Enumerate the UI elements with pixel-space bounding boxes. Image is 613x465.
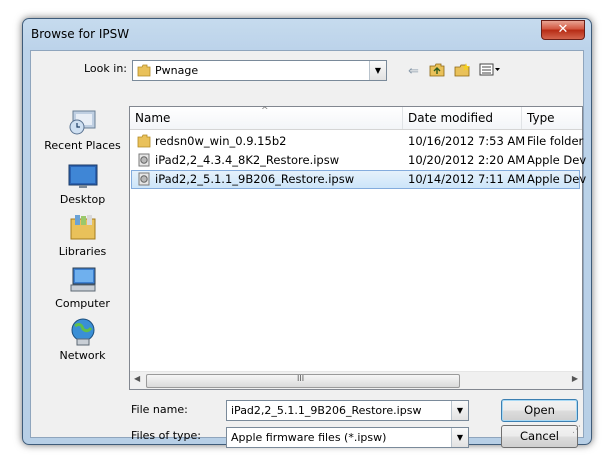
place-label: Network bbox=[59, 349, 106, 362]
navigation-toolbar: ⇐ bbox=[408, 63, 501, 79]
network-icon bbox=[67, 317, 99, 347]
file-type: Apple Dev bbox=[527, 172, 587, 186]
place-recent-places[interactable]: Recent Places bbox=[39, 107, 126, 152]
place-label: Libraries bbox=[58, 245, 107, 258]
file-row-selected[interactable]: iPad2,2_5.1.1_9B206_Restore.ipsw 10/14/2… bbox=[131, 170, 586, 189]
thumb-grip-icon: III bbox=[297, 374, 305, 383]
place-libraries[interactable]: Libraries bbox=[39, 213, 126, 258]
column-date-header[interactable]: Date modified bbox=[408, 111, 493, 125]
place-desktop[interactable]: Desktop bbox=[39, 161, 126, 206]
file-name: iPad2,2_5.1.1_9B206_Restore.ipsw bbox=[155, 172, 355, 186]
folder-icon bbox=[137, 134, 151, 148]
file-name-label: File name: bbox=[131, 403, 188, 416]
open-button[interactable]: Open bbox=[501, 399, 578, 422]
cancel-button[interactable]: Cancel bbox=[501, 425, 578, 448]
file-name: iPad2,2_4.3.4_8K2_Restore.ipsw bbox=[155, 153, 340, 167]
column-divider[interactable] bbox=[521, 107, 522, 129]
column-divider[interactable] bbox=[402, 107, 403, 129]
desktop-icon bbox=[67, 161, 99, 191]
file-row[interactable]: redsn0w_win_0.9.15b2 10/16/2012 7:53 AM … bbox=[131, 132, 584, 151]
file-type-select[interactable]: Apple firmware files (*.ipsw) ▼ bbox=[226, 427, 469, 448]
look-in-dropdown[interactable]: Pwnage ▼ bbox=[132, 60, 387, 81]
close-button[interactable]: ✕ bbox=[541, 20, 585, 40]
look-in-value: Pwnage bbox=[155, 64, 199, 77]
ipsw-file-icon bbox=[138, 172, 150, 186]
place-label: Recent Places bbox=[44, 139, 121, 152]
place-computer[interactable]: Computer bbox=[39, 265, 126, 310]
file-list[interactable]: Name ^ Date modified Type redsn0w_win_0.… bbox=[129, 106, 586, 390]
scroll-right-icon[interactable]: ▶ bbox=[572, 374, 578, 383]
file-type: Apple Dev bbox=[527, 153, 587, 167]
place-network[interactable]: Network bbox=[39, 317, 126, 362]
scroll-left-icon[interactable]: ◀ bbox=[134, 374, 140, 383]
recent-places-icon bbox=[67, 107, 99, 137]
column-type-header[interactable]: Type bbox=[527, 111, 555, 125]
resize-grip-icon[interactable]: ⋰ bbox=[572, 425, 581, 435]
column-name-header[interactable]: Name bbox=[135, 111, 170, 125]
file-type: File folder bbox=[527, 134, 584, 148]
dialog-window: Browse for IPSW ✕ Look in: Pwnage ▼ ⇐ Re… bbox=[22, 18, 592, 448]
file-row[interactable]: iPad2,2_4.3.4_8K2_Restore.ipsw 10/20/201… bbox=[131, 151, 586, 170]
view-menu-icon[interactable] bbox=[479, 63, 501, 77]
dropdown-arrow-icon[interactable]: ▼ bbox=[369, 61, 386, 80]
file-date: 10/14/2012 7:11 AM bbox=[408, 172, 526, 186]
title-bar[interactable]: Browse for IPSW ✕ bbox=[23, 19, 591, 49]
file-name: redsn0w_win_0.9.15b2 bbox=[155, 134, 287, 148]
scrollbar-thumb[interactable]: III bbox=[146, 374, 460, 388]
dropdown-arrow-icon[interactable]: ▼ bbox=[451, 401, 468, 420]
up-folder-icon[interactable] bbox=[429, 63, 445, 77]
dialog-client-area: Look in: Pwnage ▼ ⇐ Recent Places Deskto… bbox=[30, 50, 586, 448]
file-type-label: Files of type: bbox=[131, 429, 202, 442]
file-date: 10/16/2012 7:53 AM bbox=[408, 134, 526, 148]
computer-icon bbox=[67, 265, 99, 295]
ipsw-file-icon bbox=[138, 153, 150, 167]
horizontal-scrollbar[interactable]: ◀ III ▶ bbox=[130, 371, 582, 389]
look-in-label: Look in: bbox=[84, 62, 127, 75]
libraries-icon bbox=[67, 213, 99, 243]
sort-arrow-icon: ^ bbox=[261, 106, 269, 116]
column-header-row: Name ^ Date modified Type bbox=[130, 106, 582, 130]
file-name-value: iPad2,2_5.1.1_9B206_Restore.ipsw bbox=[231, 404, 422, 417]
window-title: Browse for IPSW bbox=[31, 27, 130, 41]
dropdown-arrow-icon[interactable]: ▼ bbox=[451, 428, 468, 447]
folder-icon bbox=[137, 64, 151, 77]
place-label: Desktop bbox=[59, 193, 106, 206]
place-label: Computer bbox=[55, 297, 110, 310]
file-type-value: Apple firmware files (*.ipsw) bbox=[231, 431, 387, 444]
back-icon[interactable]: ⇐ bbox=[408, 64, 419, 79]
file-date: 10/20/2012 2:20 AM bbox=[408, 153, 526, 167]
file-name-input[interactable]: iPad2,2_5.1.1_9B206_Restore.ipsw ▼ bbox=[226, 400, 469, 421]
new-folder-icon[interactable] bbox=[454, 63, 471, 77]
